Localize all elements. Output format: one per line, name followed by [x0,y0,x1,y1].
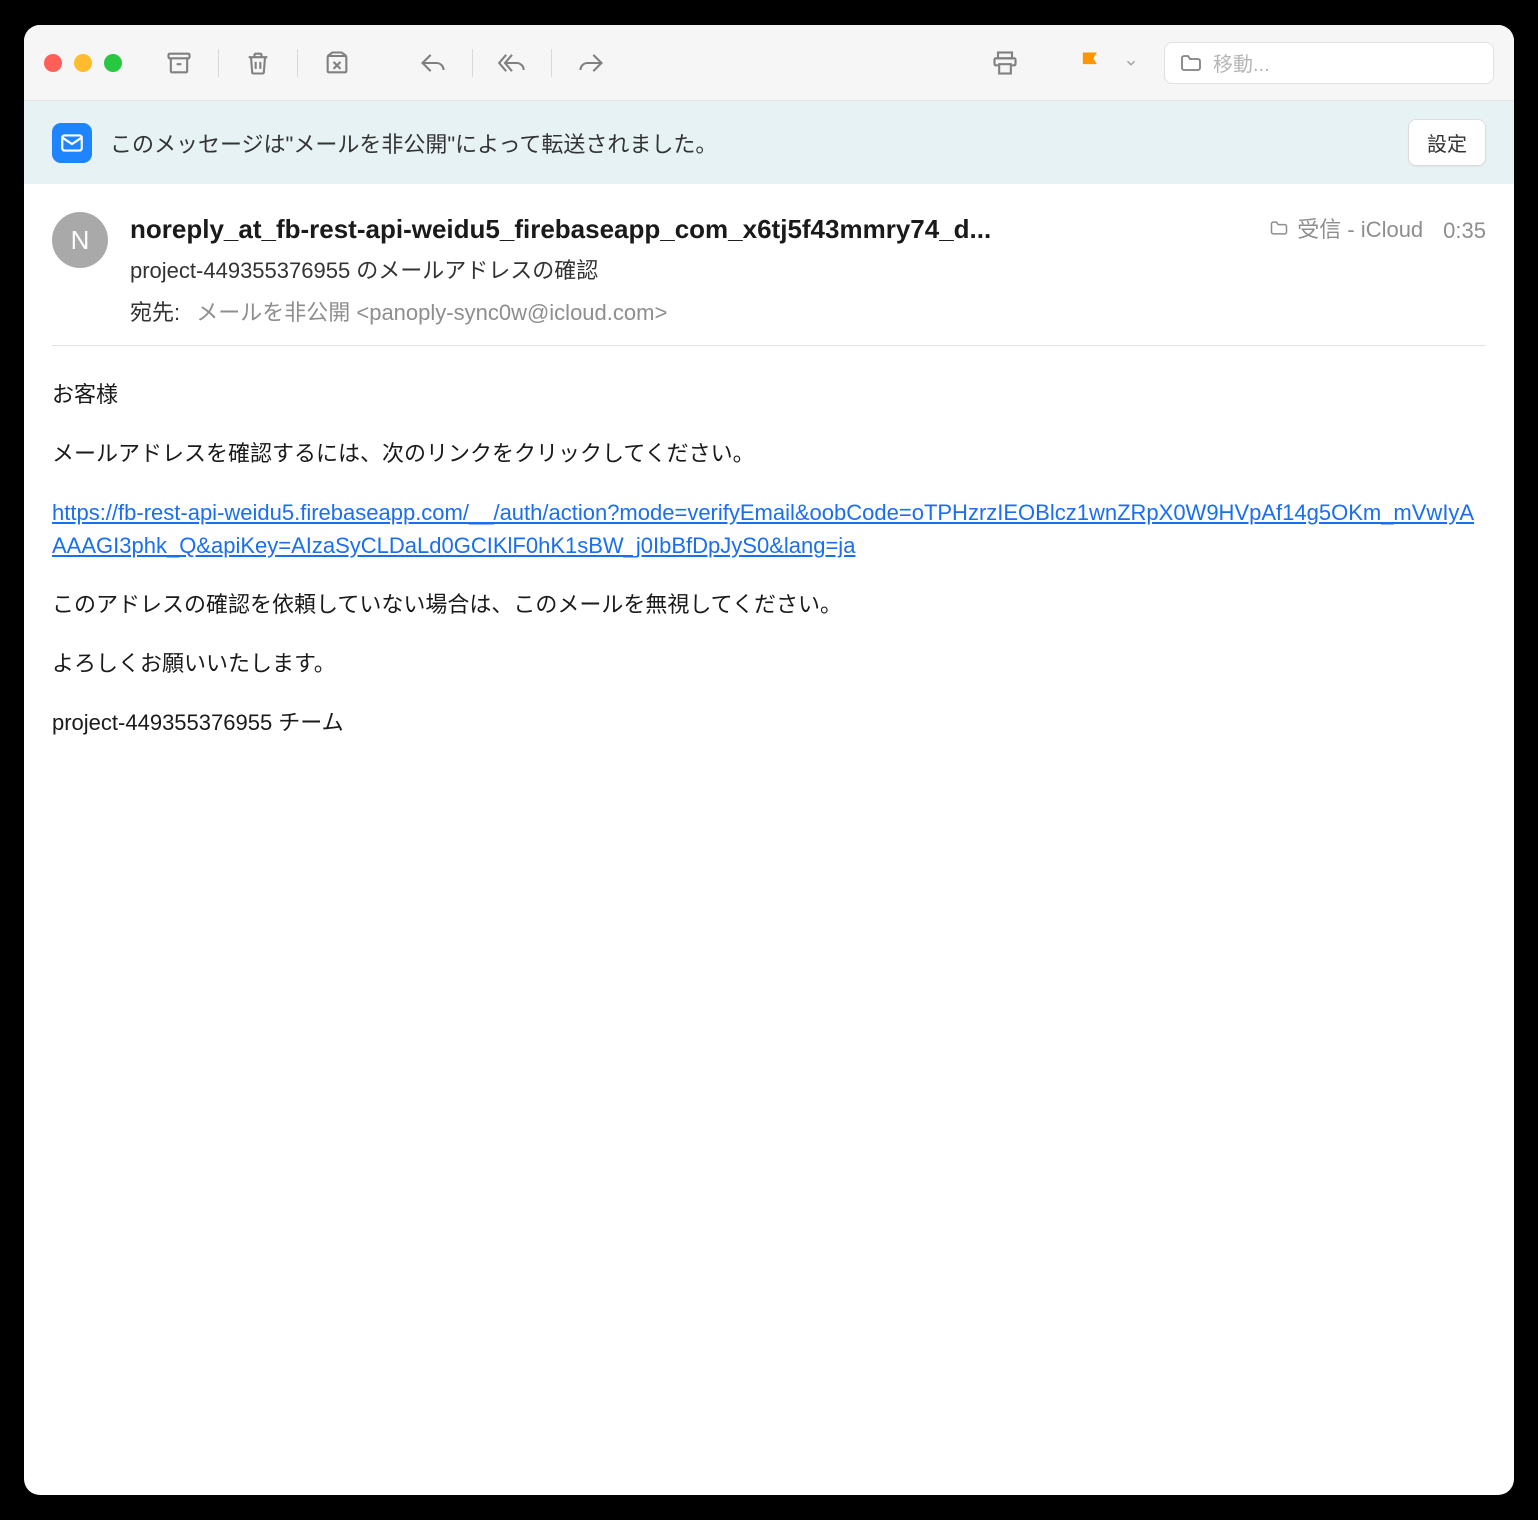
mailbox-label: 受信 - iCloud [1297,212,1423,244]
move-to-field[interactable]: 移動... [1164,42,1494,84]
mail-window: 移動... このメッセージは"メールを非公開"によって転送されました。 設定 N… [24,25,1514,1495]
subject: project-449355376955 のメールアドレスの確認 [130,253,1486,285]
toolbar-separator [551,49,552,77]
body-line1: メールアドレスを確認するには、次のリンクをクリックしてください。 [52,437,1486,470]
verification-link[interactable]: https://fb-rest-api-weidu5.firebaseapp.c… [52,500,1474,558]
header-main: noreply_at_fb-rest-api-weidu5_firebaseap… [130,212,1486,327]
flag-button[interactable] [1066,43,1116,83]
message-header: N noreply_at_fb-rest-api-weidu5_firebase… [24,184,1514,345]
body-greeting: お客様 [52,378,1486,411]
received-time: 0:35 [1443,218,1486,244]
chevron-down-icon [1124,56,1138,70]
body-closing: よろしくお願いいたします。 [52,647,1486,680]
folder-icon [1269,218,1289,238]
traffic-lights [44,54,122,72]
mail-app-icon [52,123,92,163]
banner-text: このメッセージは"メールを非公開"によって転送されました。 [110,127,1390,159]
print-button[interactable] [980,43,1030,83]
forward-icon [577,49,605,77]
recipients-row: 宛先: メールを非公開 <panoply-sync0w@icloud.com> [130,295,1486,327]
folder-icon [1179,51,1203,75]
move-placeholder: 移動... [1213,48,1270,77]
hide-my-email-banner: このメッセージは"メールを非公開"によって転送されました。 設定 [24,101,1514,184]
reply-button[interactable] [408,43,458,83]
envelope-icon [59,130,85,156]
toolbar-separator [472,49,473,77]
toolbar-separator [297,49,298,77]
minimize-window-button[interactable] [74,54,92,72]
to-label: 宛先: [130,300,180,325]
reply-all-button[interactable] [487,43,537,83]
toolbar-separator [218,49,219,77]
avatar: N [52,212,108,268]
flag-icon [1077,49,1105,77]
reply-all-icon [498,49,526,77]
maximize-window-button[interactable] [104,54,122,72]
mailbox-indicator[interactable]: 受信 - iCloud [1269,212,1423,244]
to-value[interactable]: メールを非公開 <panoply-sync0w@icloud.com> [196,300,667,325]
header-top-row: noreply_at_fb-rest-api-weidu5_firebaseap… [130,212,1486,245]
forward-button[interactable] [566,43,616,83]
archive-button[interactable] [154,43,204,83]
close-window-button[interactable] [44,54,62,72]
settings-button[interactable]: 設定 [1408,119,1486,166]
reply-icon [419,49,447,77]
body-line2: このアドレスの確認を依頼していない場合は、このメールを無視してください。 [52,588,1486,621]
from-name[interactable]: noreply_at_fb-rest-api-weidu5_firebaseap… [130,214,1249,245]
toolbar: 移動... [24,25,1514,101]
trash-icon [244,49,272,77]
body-signature: project-449355376955 チーム [52,706,1486,739]
junk-icon [323,49,351,77]
archive-icon [165,49,193,77]
junk-button[interactable] [312,43,362,83]
delete-button[interactable] [233,43,283,83]
flag-menu-chevron[interactable] [1116,43,1146,83]
print-icon [991,49,1019,77]
message-body: お客様 メールアドレスを確認するには、次のリンクをクリックしてください。 htt… [24,346,1514,797]
flag-group [1066,43,1146,83]
